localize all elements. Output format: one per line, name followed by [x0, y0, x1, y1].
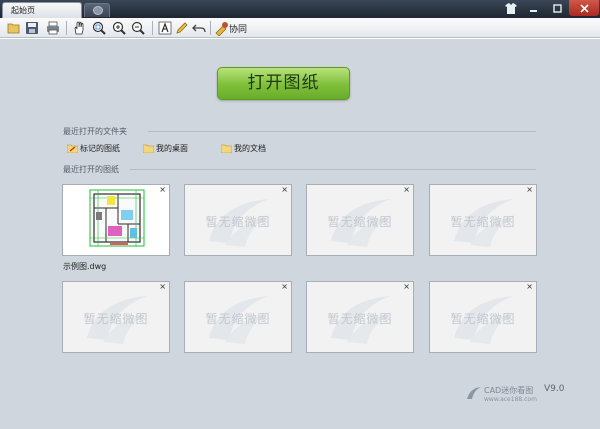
brand-logo-icon: [467, 387, 481, 399]
no-thumbnail-text: 暂无缩微图: [205, 312, 271, 326]
brand-name: CAD迷你看图: [484, 386, 534, 395]
empty-thumbnail[interactable]: 暂无缩微图 ×: [184, 184, 292, 256]
brand-footer: CAD迷你看图 V9.0 www.ace188.com: [466, 383, 576, 405]
folder-icon: [221, 144, 232, 153]
no-thumbnail-text: 暂无缩微图: [83, 312, 149, 326]
remove-thumbnail-button[interactable]: ×: [526, 185, 533, 194]
minimize-icon: [529, 10, 537, 12]
no-thumbnail-text: 暂无缩微图: [327, 312, 393, 326]
remove-thumbnail-button[interactable]: ×: [281, 185, 288, 194]
brand-version: V9.0: [544, 384, 565, 394]
brand-url: www.ace188.com: [484, 396, 537, 403]
minimize-button[interactable]: [521, 0, 545, 16]
recent-folders-title: 最近打开的文件夹: [63, 127, 127, 136]
tab-start-page[interactable]: 起始页: [2, 2, 82, 18]
empty-thumbnail[interactable]: 暂无缩微图 ×: [429, 281, 537, 353]
toolbar-separator: [152, 21, 153, 35]
remove-thumbnail-button[interactable]: ×: [159, 282, 166, 291]
remove-thumbnail-button[interactable]: ×: [159, 185, 166, 194]
open-icon[interactable]: [6, 20, 22, 36]
floor-plan-preview: [89, 189, 145, 247]
tab-start-label: 起始页: [11, 6, 35, 15]
toolbar-separator: [210, 21, 211, 35]
new-tab-button[interactable]: [84, 3, 110, 17]
empty-thumbnail[interactable]: 暂无缩微图 ×: [184, 281, 292, 353]
empty-thumbnail[interactable]: 暂无缩微图 ×: [429, 184, 537, 256]
pan-icon[interactable]: [71, 20, 87, 36]
zoom-window-icon[interactable]: [91, 20, 107, 36]
close-icon: [579, 4, 589, 13]
empty-thumbnail[interactable]: 暂无缩微图 ×: [62, 281, 170, 353]
folder-label: 我的桌面: [156, 144, 188, 153]
empty-thumbnail[interactable]: 暂无缩微图 ×: [306, 281, 414, 353]
no-thumbnail-text: 暂无缩微图: [327, 215, 393, 229]
remove-thumbnail-button[interactable]: ×: [403, 185, 410, 194]
remove-thumbnail-button[interactable]: ×: [281, 282, 288, 291]
section-divider: [148, 131, 536, 132]
maximize-button[interactable]: [545, 0, 569, 16]
toolbar: 协同: [0, 18, 600, 38]
folder-desktop[interactable]: 我的桌面: [143, 143, 213, 155]
zoom-in-icon[interactable]: [111, 20, 127, 36]
no-thumbnail-text: 暂无缩微图: [205, 215, 271, 229]
toolbar-separator: [66, 21, 67, 35]
folder-documents[interactable]: 我的文档: [221, 143, 291, 155]
collab-label[interactable]: 协同: [229, 22, 247, 35]
folder-label: 我的文档: [234, 144, 266, 153]
undo-icon[interactable]: [191, 20, 207, 36]
no-thumbnail-text: 暂无缩微图: [450, 215, 516, 229]
print-icon[interactable]: [45, 20, 61, 36]
folder-marked-drawings[interactable]: 标记的图纸: [67, 143, 147, 155]
drawing-filename[interactable]: 示例图.dwg: [63, 261, 106, 272]
open-drawing-button[interactable]: 打开图纸: [217, 67, 350, 100]
folder-icon: [143, 144, 154, 153]
pencil-icon[interactable]: [174, 20, 190, 36]
remove-thumbnail-button[interactable]: ×: [526, 282, 533, 291]
start-page-content: 打开图纸 最近打开的文件夹 标记的图纸 我的桌面 我的文档 最近打开的图纸 × …: [0, 39, 600, 429]
skin-icon[interactable]: [505, 3, 517, 14]
title-bar: 起始页: [0, 0, 600, 18]
new-tab-icon: [93, 6, 103, 15]
save-icon[interactable]: [24, 20, 40, 36]
marked-folder-icon: [67, 144, 78, 153]
empty-thumbnail[interactable]: 暂无缩微图 ×: [306, 184, 414, 256]
drawing-thumbnail[interactable]: ×: [62, 184, 170, 256]
recent-drawings-title: 最近打开的图纸: [63, 165, 119, 174]
no-thumbnail-text: 暂无缩微图: [450, 312, 516, 326]
text-icon[interactable]: [157, 20, 173, 36]
section-divider: [130, 169, 536, 170]
zoom-out-icon[interactable]: [130, 20, 146, 36]
close-button[interactable]: [569, 0, 599, 16]
collab-icon[interactable]: [214, 20, 230, 36]
maximize-icon: [552, 4, 562, 13]
remove-thumbnail-button[interactable]: ×: [403, 282, 410, 291]
folder-label: 标记的图纸: [80, 144, 120, 153]
